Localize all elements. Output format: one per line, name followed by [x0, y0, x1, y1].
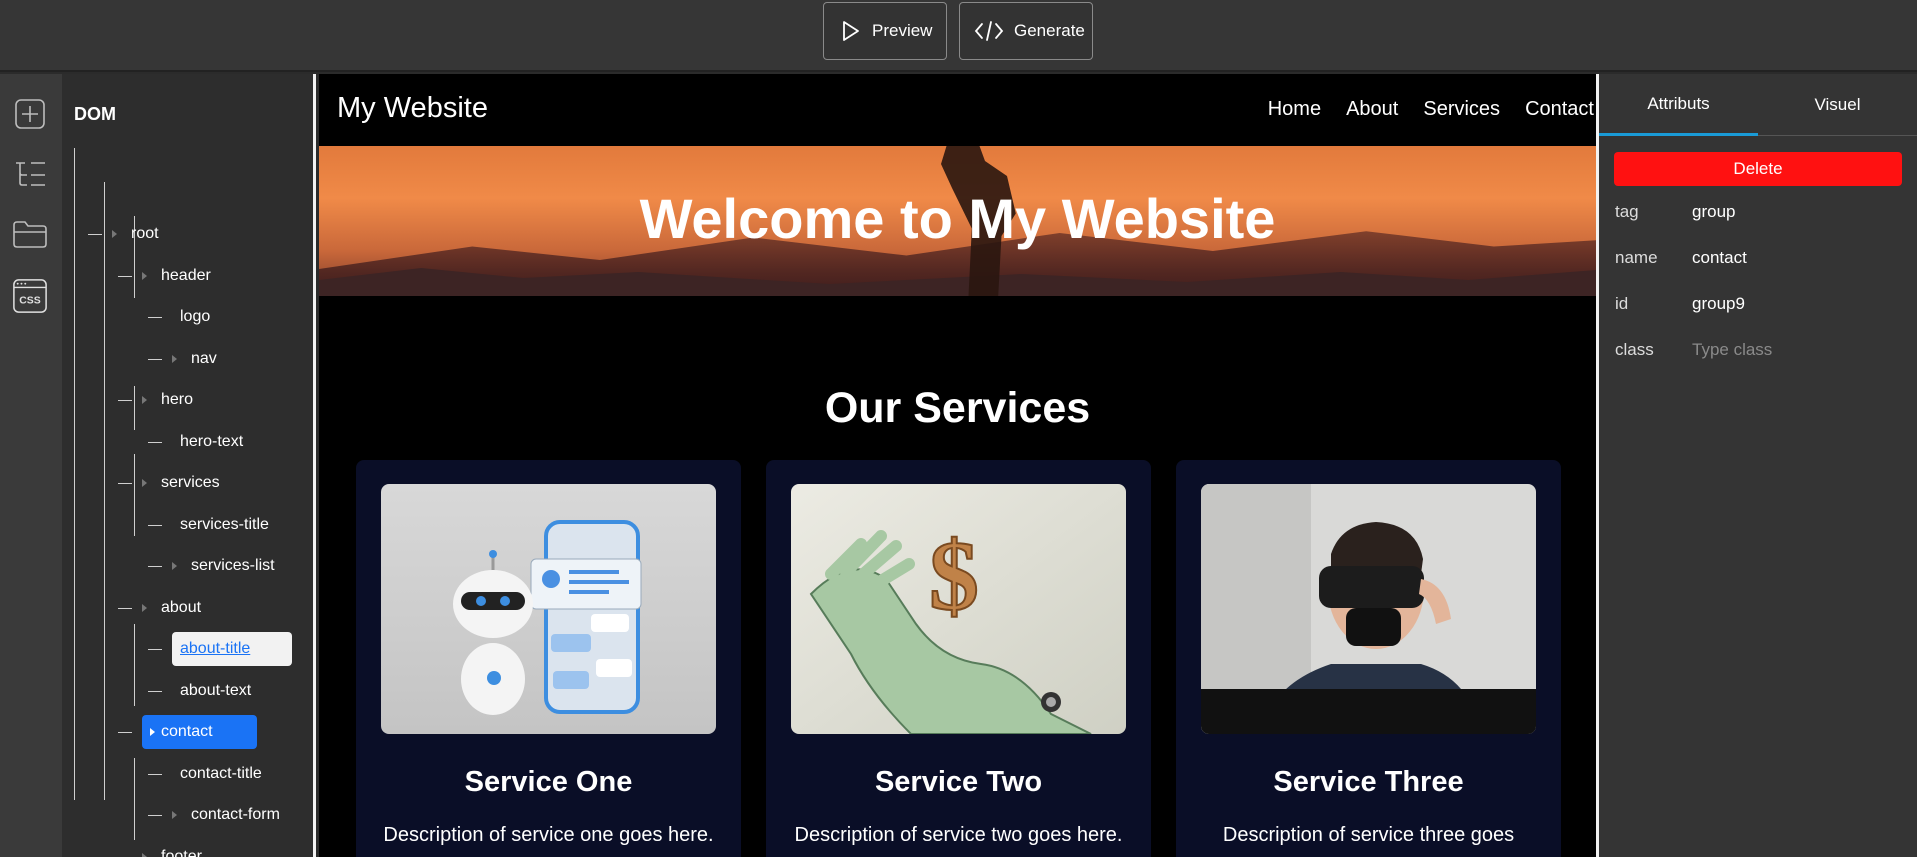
robot-hand-dollar-image: $ — [791, 484, 1126, 734]
nav-link-home[interactable]: Home — [1268, 98, 1321, 121]
svg-text:CSS: CSS — [19, 296, 40, 307]
website-preview-canvas: My Website Home About Services Contact W… — [319, 74, 1596, 857]
caret-right-icon — [172, 811, 177, 819]
icon-rail: CSS — [0, 74, 62, 857]
attr-key: tag — [1615, 202, 1639, 221]
tree-guide-line — [74, 148, 75, 800]
site-nav[interactable]: Home About Services Contact — [1268, 98, 1596, 121]
tree-guide-line — [134, 758, 135, 840]
tree-item-footer[interactable]: footer — [118, 839, 210, 857]
code-icon — [974, 19, 1004, 43]
caret-right-icon — [142, 272, 147, 280]
top-toolbar: Preview Generate — [0, 0, 1917, 72]
card-description: Description of service one goes here. — [383, 824, 714, 846]
nav-link-services[interactable]: Services — [1423, 98, 1500, 121]
tree-item-services[interactable]: services — [118, 465, 228, 501]
preview-button[interactable]: Preview — [823, 2, 947, 60]
panel-tabs: Attributs Visuel — [1599, 74, 1917, 136]
tab-visuel[interactable]: Visuel — [1758, 74, 1917, 136]
tree-guide-line — [134, 624, 135, 706]
tree-guide-line — [104, 182, 105, 800]
tree-item-about-title[interactable]: about-title — [148, 631, 293, 667]
attr-row-class: class — [1615, 336, 1905, 364]
svg-text:$: $ — [929, 520, 979, 631]
tree-icon[interactable] — [12, 156, 48, 192]
app-window: Preview Generate CSS DOM root header log… — [0, 0, 1917, 857]
generate-button[interactable]: Generate — [959, 2, 1093, 60]
attr-key: class — [1615, 340, 1654, 359]
nav-link-contact[interactable]: Contact — [1525, 98, 1594, 121]
vr-headset-image — [1201, 484, 1536, 734]
tree-item-contact[interactable]: contact — [118, 714, 257, 750]
site-header[interactable]: My Website Home About Services Contact — [319, 74, 1596, 146]
caret-right-icon — [142, 853, 147, 857]
attr-row-id: id group9 — [1615, 290, 1905, 318]
preview-label: Preview — [872, 21, 933, 40]
caret-right-icon — [142, 479, 147, 487]
caret-right-icon — [112, 230, 117, 238]
tree-item-services-list[interactable]: services-list — [148, 548, 283, 584]
tab-attributs[interactable]: Attributs — [1599, 74, 1758, 136]
css-icon[interactable]: CSS — [12, 278, 48, 314]
caret-right-icon — [142, 604, 147, 612]
card-description: Description of service two goes here. — [794, 824, 1123, 846]
caret-right-icon — [172, 562, 177, 570]
dom-tree-panel: DOM root header logo nav hero hero-text … — [62, 74, 316, 857]
service-card[interactable]: Service Three Description of service thr… — [1176, 460, 1561, 857]
tree-item-services-title[interactable]: services-title — [148, 507, 277, 543]
add-icon[interactable] — [12, 96, 48, 132]
tree-item-logo[interactable]: logo — [148, 299, 218, 335]
attr-value-name[interactable]: contact — [1692, 248, 1747, 268]
card-description: Description of service three goes — [1222, 824, 1515, 846]
attr-row-name: name contact — [1615, 244, 1905, 272]
robot-chat-image — [381, 484, 716, 734]
delete-button[interactable]: Delete — [1614, 152, 1902, 186]
tree-item-about[interactable]: about — [118, 590, 209, 626]
nav-link-about[interactable]: About — [1346, 98, 1398, 121]
tree-item-rename-field[interactable]: about-title — [172, 632, 293, 666]
folder-icon[interactable] — [12, 216, 48, 252]
attributes-panel: Attributs Visuel Delete tag group name c… — [1596, 74, 1917, 857]
attr-value-tag[interactable]: group — [1692, 202, 1735, 222]
tree-item-about-text[interactable]: about-text — [148, 673, 259, 709]
play-icon — [838, 19, 862, 43]
caret-right-icon — [150, 728, 155, 736]
caret-right-icon — [172, 355, 177, 363]
generate-label: Generate — [1014, 21, 1085, 40]
tree-item-nav[interactable]: nav — [148, 341, 225, 377]
dom-panel-title: DOM — [74, 104, 116, 124]
service-card[interactable]: $ Service Two Description of service two… — [766, 460, 1151, 857]
hero-banner[interactable]: Welcome to My Website — [319, 146, 1596, 296]
tree-item-hero-text[interactable]: hero-text — [148, 424, 251, 460]
services-title[interactable]: Our Services — [319, 384, 1596, 433]
tree-item-root[interactable]: root — [88, 216, 167, 252]
card-title: Service Three — [1273, 766, 1464, 798]
tree-item-hero[interactable]: hero — [118, 382, 201, 418]
site-logo[interactable]: My Website — [337, 92, 488, 125]
attr-row-tag: tag group — [1615, 198, 1905, 226]
card-title: Service Two — [874, 766, 1043, 798]
attr-key: name — [1615, 248, 1658, 267]
hero-text[interactable]: Welcome to My Website — [319, 186, 1596, 251]
service-card[interactable]: Service One Description of service one g… — [356, 460, 741, 857]
caret-right-icon — [142, 396, 147, 404]
tree-item-header[interactable]: header — [118, 258, 219, 294]
attr-key: id — [1615, 294, 1629, 313]
card-title: Service One — [464, 766, 633, 798]
tree-item-contact-form[interactable]: contact-form — [148, 797, 288, 833]
class-input[interactable] — [1692, 340, 1892, 360]
attr-value-id[interactable]: group9 — [1692, 294, 1745, 314]
tree-item-contact-title[interactable]: contact-title — [148, 756, 270, 792]
